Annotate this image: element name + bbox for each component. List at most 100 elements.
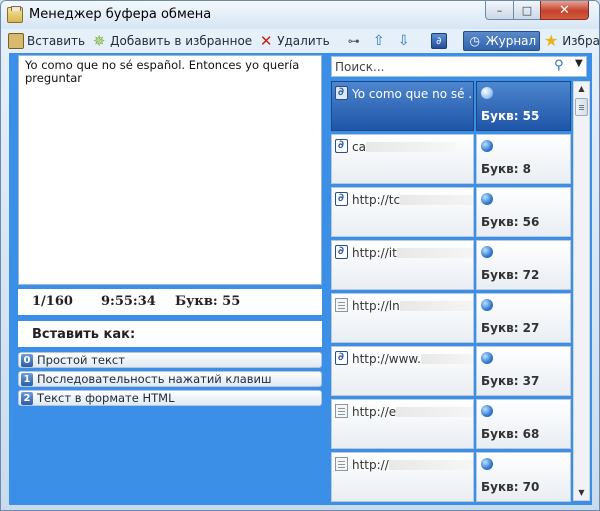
history-item[interactable]: http://it Букв: 72 bbox=[331, 240, 571, 290]
arrow-up-icon: ⇧ bbox=[372, 33, 385, 49]
history-item[interactable]: http:// Букв: 70 bbox=[331, 452, 571, 502]
history-item-char-count: Букв: 68 bbox=[481, 427, 540, 441]
scrollbar-thumb[interactable] bbox=[575, 98, 588, 116]
rich-text-icon bbox=[335, 138, 348, 153]
history-item-text: http://e bbox=[352, 405, 397, 419]
history-item-text: http://ln bbox=[352, 299, 400, 313]
paste-as-header: Вставить как: bbox=[18, 321, 322, 347]
move-down-button[interactable]: ⇩ bbox=[393, 31, 418, 51]
history-item-text: http:// bbox=[352, 458, 389, 472]
history-item-preview[interactable]: http:// bbox=[331, 452, 474, 502]
search-box[interactable]: ⚲ ▼ bbox=[331, 56, 587, 77]
paste-label: Вставить bbox=[27, 34, 86, 48]
paste-as-plain-text[interactable]: 0 Простой текст bbox=[18, 352, 322, 368]
history-item-char-count: Букв: 55 bbox=[481, 109, 540, 123]
paste-as-keystrokes[interactable]: 1 Последовательность нажатий клавиш bbox=[18, 371, 322, 387]
history-item-text: http://it bbox=[352, 246, 397, 260]
hotkey-badge: 0 bbox=[21, 353, 33, 367]
history-item-text: http://www. bbox=[352, 352, 421, 366]
minimize-button[interactable]: – bbox=[485, 1, 514, 20]
clip-time: 9:55:34 bbox=[101, 294, 156, 309]
journal-label: Журнал bbox=[485, 34, 537, 48]
paste-button[interactable]: Вставить bbox=[5, 31, 88, 51]
clipboard-manager-window: Менеджер буфера обмена – □ ✕ Вставить ✵ … bbox=[0, 0, 600, 511]
scroll-down-arrow-icon[interactable]: ▼ bbox=[574, 486, 589, 500]
clip-position: 1/160 bbox=[32, 294, 73, 309]
chevron-down-icon[interactable]: ▼ bbox=[575, 58, 583, 69]
history-item-text: http://tc bbox=[352, 193, 401, 207]
plain-text-icon bbox=[335, 457, 348, 471]
rich-text-icon bbox=[335, 85, 348, 100]
journal-icon: ◷ bbox=[469, 34, 480, 48]
main-panel: Yo como que no sé español. Entonces yo q… bbox=[9, 53, 592, 505]
format-view-button[interactable]: ∂ bbox=[428, 31, 453, 51]
globe-icon bbox=[481, 299, 493, 311]
plain-text-icon bbox=[335, 404, 348, 418]
history-item-preview[interactable]: http://tc bbox=[331, 187, 474, 237]
history-item-meta[interactable]: Букв: 8 bbox=[476, 134, 571, 184]
history-item-meta[interactable]: Букв: 68 bbox=[476, 399, 571, 449]
history-item-preview[interactable]: http://e bbox=[331, 399, 474, 449]
clip-status-bar: 1/160 9:55:34 Букв: 55 bbox=[18, 289, 322, 315]
tree-view-button[interactable]: ⊶ bbox=[343, 31, 368, 51]
history-item[interactable]: http://e Букв: 68 bbox=[331, 399, 571, 449]
toolbar: Вставить ✵ Добавить в избранное ✕ Удалит… bbox=[5, 30, 599, 52]
search-icon[interactable]: ⚲ bbox=[554, 58, 564, 73]
paste-option-label: Текст в формате HTML bbox=[37, 391, 175, 405]
redacted-preview bbox=[400, 195, 473, 205]
history-item-preview[interactable]: Yo como que no sé ... bbox=[331, 81, 474, 131]
favorites-tab[interactable]: ★ Избранное bbox=[540, 31, 600, 51]
globe-icon bbox=[481, 193, 493, 205]
history-item-char-count: Букв: 8 bbox=[481, 162, 532, 176]
history-item-meta[interactable]: Букв: 56 bbox=[476, 187, 571, 237]
globe-icon bbox=[481, 405, 493, 417]
move-up-button[interactable]: ⇧ bbox=[368, 31, 393, 51]
history-item-text: ca bbox=[352, 140, 366, 154]
clip-char-count: Букв: 55 bbox=[175, 294, 241, 309]
plain-text-icon bbox=[335, 298, 348, 312]
history-item[interactable]: http://ln Букв: 27 bbox=[331, 293, 571, 343]
history-item-char-count: Букв: 37 bbox=[481, 374, 540, 388]
history-item-char-count: Букв: 70 bbox=[481, 480, 540, 494]
journal-tab[interactable]: ◷ Журнал bbox=[462, 31, 541, 51]
history-item[interactable]: ca Букв: 8 bbox=[331, 134, 571, 184]
globe-icon bbox=[481, 140, 493, 152]
globe-icon bbox=[481, 458, 493, 470]
history-item[interactable]: Yo como que no sé ... Букв: 55 bbox=[331, 81, 571, 131]
history-item[interactable]: http://tc Букв: 56 bbox=[331, 187, 571, 237]
star-icon: ★ bbox=[544, 31, 559, 50]
title-bar[interactable]: Менеджер буфера обмена – □ ✕ bbox=[1, 1, 599, 29]
history-item-preview[interactable]: http://www. bbox=[331, 346, 474, 396]
rich-text-icon bbox=[335, 350, 348, 365]
history-item-preview[interactable]: ca bbox=[331, 134, 474, 184]
history-item-meta[interactable]: Букв: 70 bbox=[476, 452, 571, 502]
history-item-meta[interactable]: Букв: 37 bbox=[476, 346, 571, 396]
history-item-meta[interactable]: Букв: 27 bbox=[476, 293, 571, 343]
rich-text-icon bbox=[335, 191, 348, 206]
history-item-meta[interactable]: Букв: 55 bbox=[476, 81, 571, 131]
search-input[interactable] bbox=[335, 59, 543, 74]
scroll-up-arrow-icon[interactable]: ▲ bbox=[574, 82, 589, 96]
add-favorite-label: Добавить в избранное bbox=[110, 34, 253, 48]
redacted-preview bbox=[388, 460, 473, 470]
delete-button[interactable]: ✕ Удалить bbox=[255, 31, 333, 51]
paste-option-label: Простой текст bbox=[37, 353, 125, 367]
paste-option-label: Последовательность нажатий клавиш bbox=[37, 372, 272, 386]
rich-format-icon: ∂ bbox=[430, 33, 447, 49]
history-item-preview[interactable]: http://it bbox=[331, 240, 474, 290]
paste-as-html[interactable]: 2 Текст в формате HTML bbox=[18, 390, 322, 406]
clip-content-editor[interactable]: Yo como que no sé español. Entonces yo q… bbox=[18, 55, 322, 285]
favorites-label: Избранное bbox=[562, 34, 600, 48]
star-add-icon: ✵ bbox=[92, 32, 106, 50]
maximize-button[interactable]: □ bbox=[513, 1, 541, 20]
add-favorite-button[interactable]: ✵ Добавить в избранное bbox=[88, 31, 255, 51]
globe-icon bbox=[481, 352, 493, 364]
history-item-char-count: Букв: 72 bbox=[481, 268, 540, 282]
close-button[interactable]: ✕ bbox=[540, 1, 589, 20]
globe-icon bbox=[481, 87, 493, 99]
history-item[interactable]: http://www. Букв: 37 bbox=[331, 346, 571, 396]
history-item-meta[interactable]: Букв: 72 bbox=[476, 240, 571, 290]
globe-icon bbox=[481, 246, 493, 258]
history-item-preview[interactable]: http://ln bbox=[331, 293, 474, 343]
history-scrollbar[interactable]: ▲ ▼ bbox=[573, 81, 590, 501]
